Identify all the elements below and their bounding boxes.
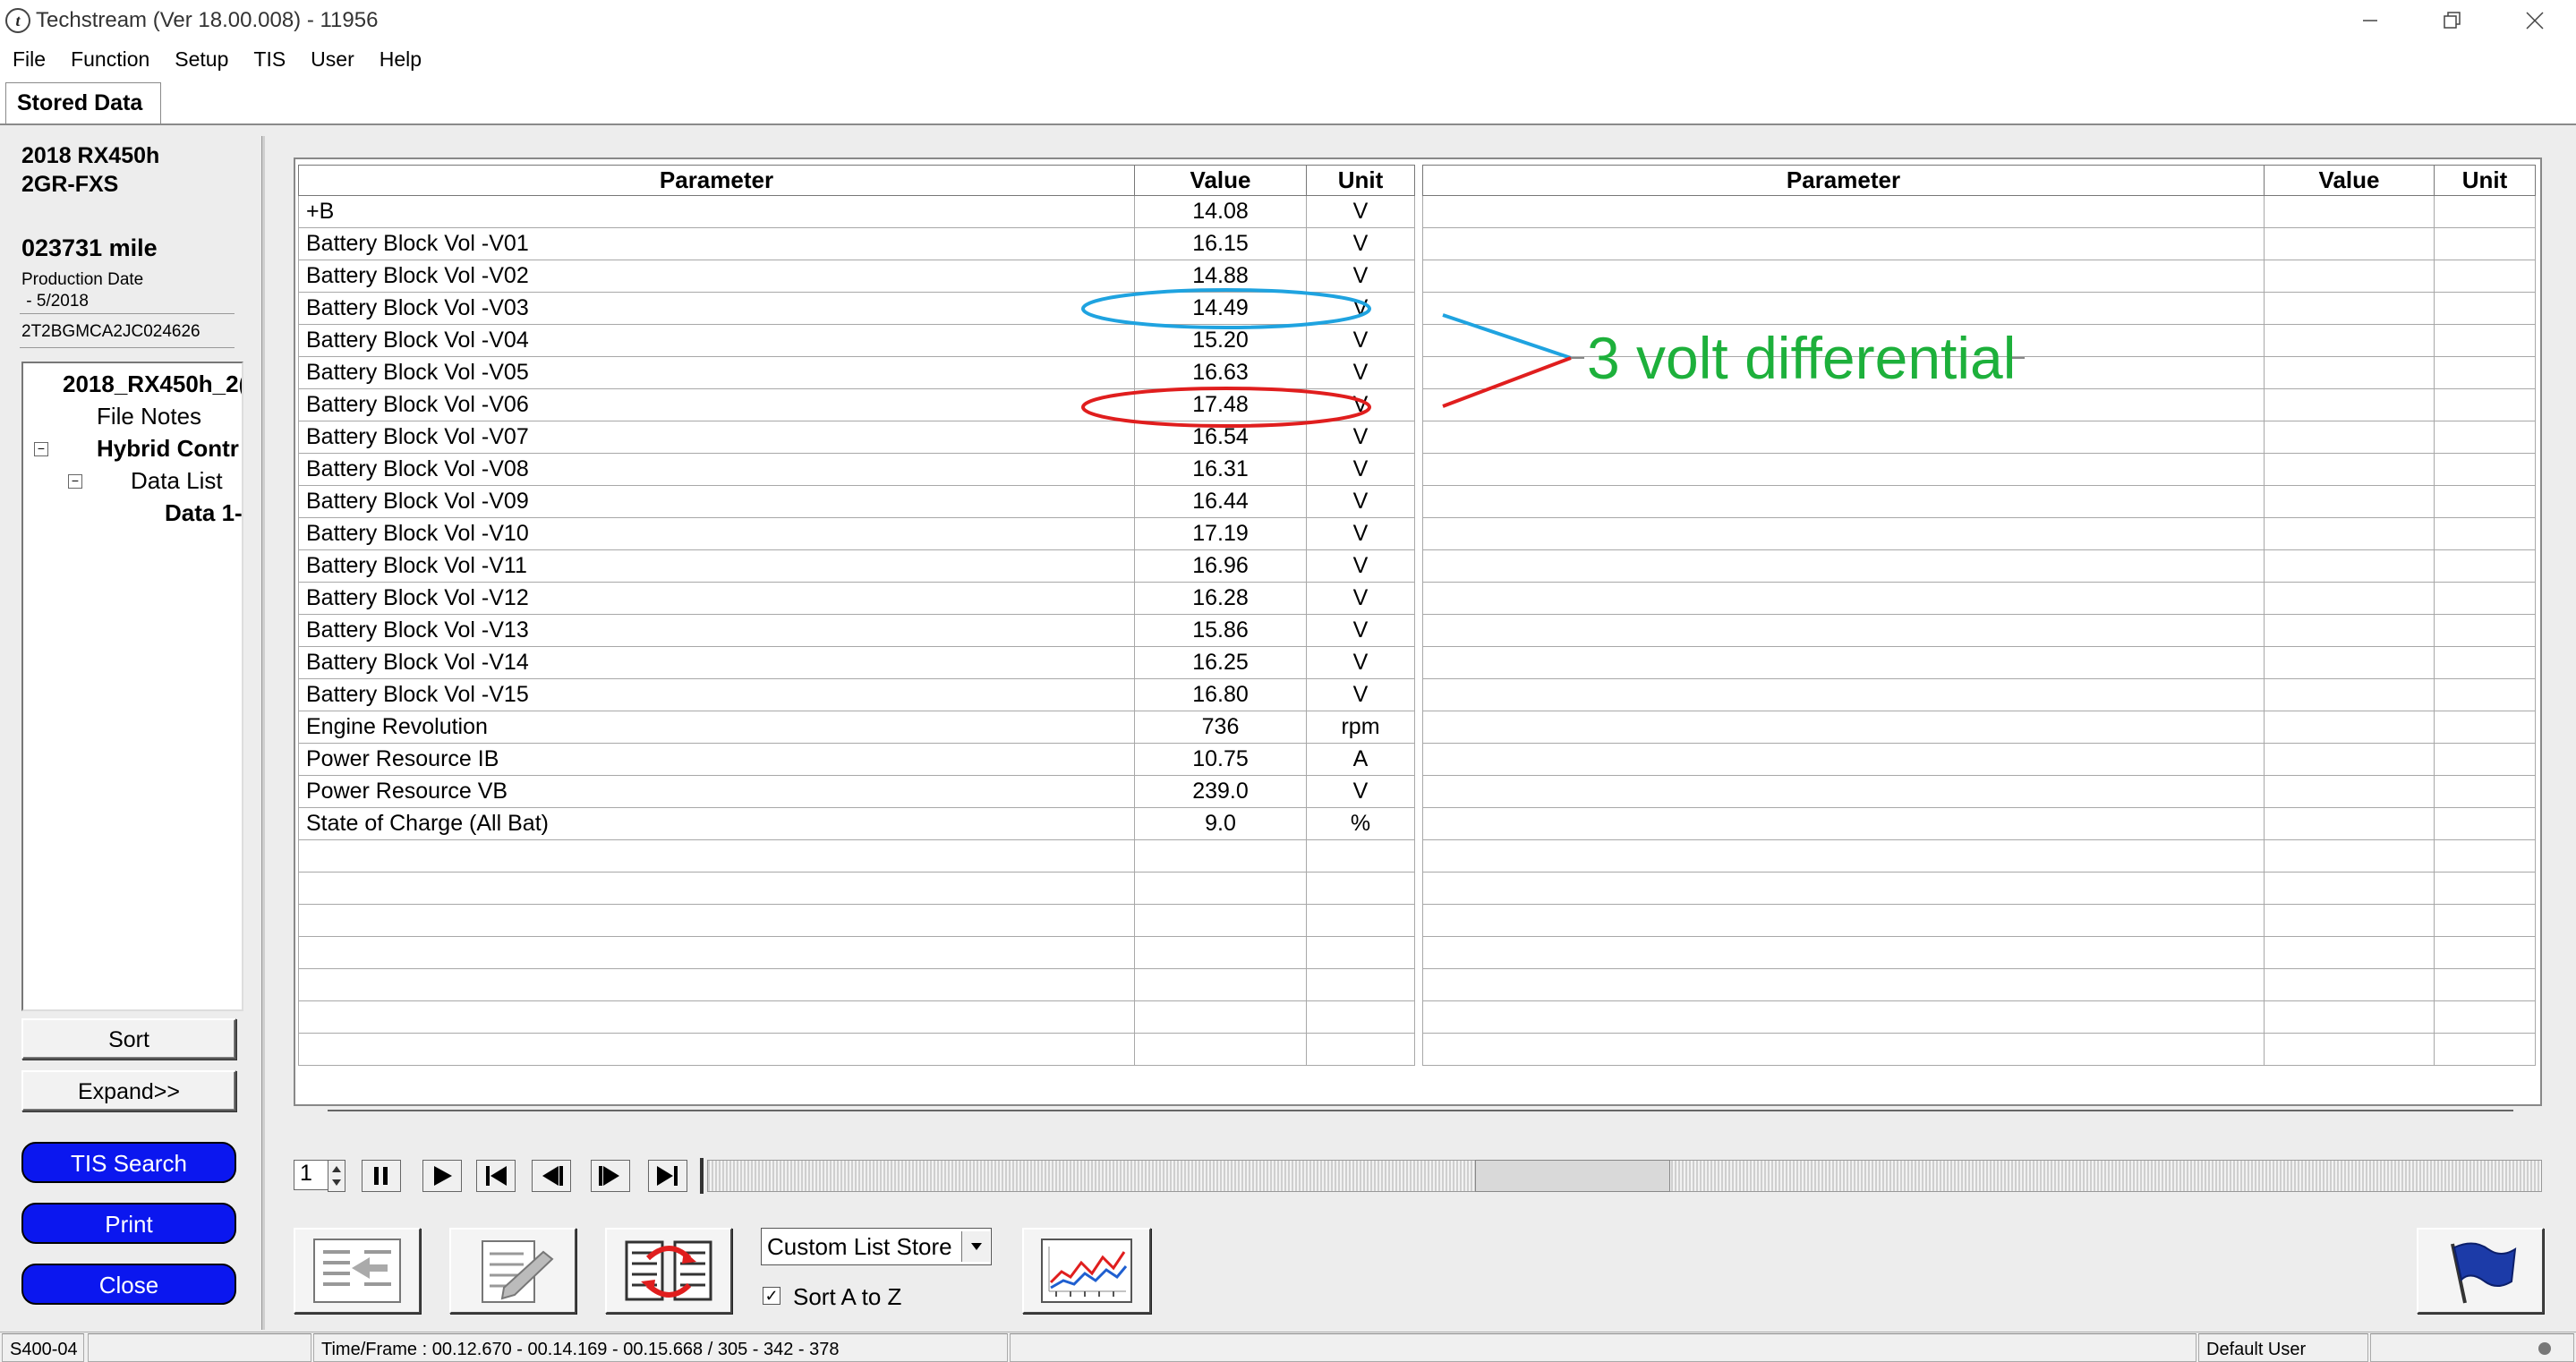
graph-view-button[interactable] (1022, 1228, 1151, 1314)
sort-a-to-z-checkbox[interactable]: ✓ (763, 1287, 780, 1305)
list-arrow-icon (313, 1239, 401, 1303)
pause-button[interactable] (362, 1160, 401, 1192)
jump-end-button[interactable] (648, 1160, 687, 1192)
jump-start-button[interactable] (476, 1160, 516, 1192)
sort-a-to-z-label: Sort A to Z (793, 1283, 902, 1310)
play-button[interactable] (422, 1160, 462, 1192)
spinner-arrows-icon (332, 1166, 341, 1186)
custom-list-store-select[interactable]: Custom List Store (761, 1228, 992, 1265)
chevron-down-icon (970, 1243, 982, 1250)
timeline-slider-thumb[interactable] (1475, 1160, 1670, 1192)
status-timeframe: Time/Frame : 00.12.670 - 00.14.169 - 00.… (313, 1333, 1008, 1362)
swap-list-button[interactable] (605, 1228, 732, 1314)
swap-arrows-icon (625, 1240, 712, 1301)
play-icon (434, 1166, 452, 1186)
status-code: S400-04 (2, 1333, 84, 1362)
step-back-icon (542, 1166, 563, 1186)
flag-icon (2451, 1242, 2517, 1304)
timeline-divider (700, 1158, 704, 1194)
data-list-view-button[interactable] (294, 1228, 421, 1314)
annotation-overlay (1081, 288, 2025, 428)
skip-end-icon (657, 1166, 678, 1186)
annotation-line-low (1442, 313, 1572, 360)
annotation-text: 3 volt differential (1587, 325, 2017, 391)
annotation-ellipse-high (1081, 387, 1371, 428)
status-indicator-cell (2370, 1333, 2574, 1362)
flag-button[interactable] (2417, 1228, 2544, 1314)
pause-icon (374, 1167, 388, 1185)
frame-spinner-arrows[interactable] (328, 1160, 345, 1192)
step-forward-icon (599, 1166, 619, 1186)
status-spacer (1010, 1333, 2196, 1362)
skip-start-icon (486, 1166, 507, 1186)
annotation-line-high (1442, 356, 1572, 408)
edit-list-button[interactable] (449, 1228, 576, 1314)
clipboard-pen-icon (482, 1240, 554, 1303)
step-back-button[interactable] (532, 1160, 571, 1192)
step-forward-button[interactable] (591, 1160, 630, 1192)
status-user: Default User (2198, 1333, 2368, 1362)
line-graph-icon (1041, 1239, 1132, 1303)
status-spacer (88, 1333, 311, 1362)
status-dot-icon (2538, 1342, 2551, 1355)
store-select-dropdown-button[interactable] (961, 1231, 990, 1262)
annotation-ellipse-low (1081, 288, 1371, 329)
